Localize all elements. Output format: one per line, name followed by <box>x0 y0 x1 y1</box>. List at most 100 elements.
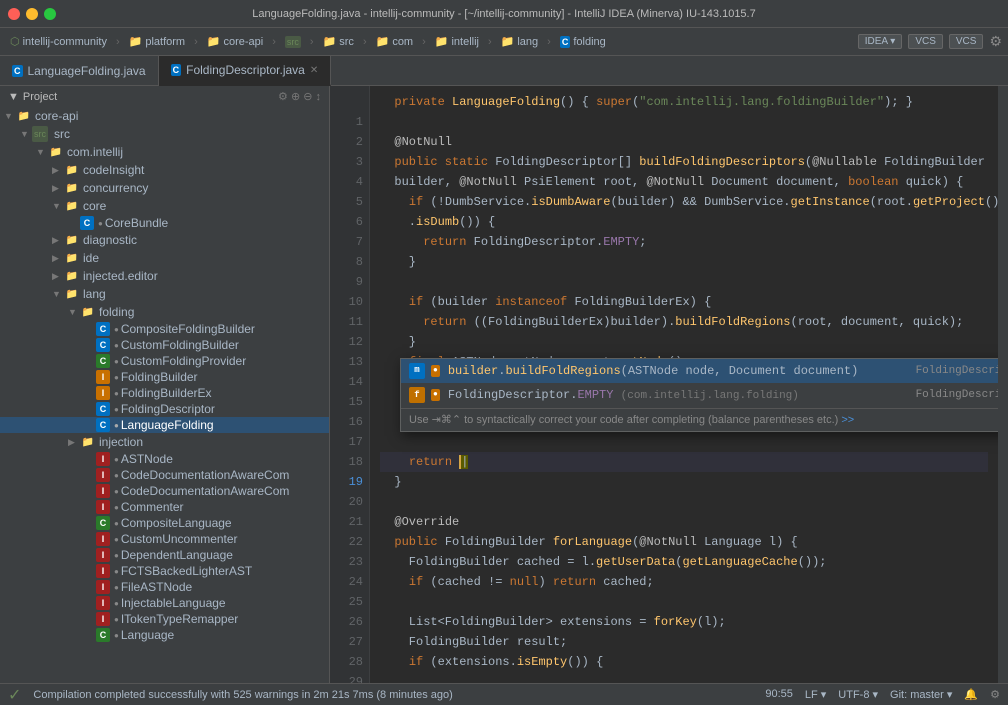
class-icon: C <box>80 216 94 230</box>
tree-item-com-intellij[interactable]: ▼ 📁 com.intellij <box>0 143 329 161</box>
class-icon: I <box>96 548 110 562</box>
tree-item-ide[interactable]: ▶ 📁 ide <box>0 249 329 267</box>
overlay-icon: ● <box>114 487 119 496</box>
encoding[interactable]: UTF-8 ▾ <box>838 688 878 701</box>
autocomplete-item-0[interactable]: m ● builder.buildFoldRegions(ASTNode nod… <box>401 359 998 383</box>
code-line-return: return | <box>380 452 988 472</box>
tree-item-fcts-backed[interactable]: ▶ I ● FCTSBackedLighterAST <box>0 563 329 579</box>
notification-icon[interactable]: 🔔 <box>964 688 978 701</box>
breadcrumb-sep: › <box>194 36 198 48</box>
settings-icon[interactable]: ⚙ <box>989 33 1002 50</box>
breadcrumb-lang[interactable]: 📁 intellij <box>431 33 483 50</box>
breadcrumb-sep: › <box>310 36 314 48</box>
tree-item-core-api[interactable]: ▼ 📁 core-api <box>0 107 329 125</box>
class-icon: I <box>96 580 110 594</box>
breadcrumb-platform[interactable]: 📁 platform <box>125 33 189 50</box>
tree-item-core-bundle[interactable]: ▶ C ● CoreBundle <box>0 215 329 231</box>
breadcrumb-intellij[interactable]: 📁 com <box>372 33 417 50</box>
tree-item-injectable-language[interactable]: ▶ I ● InjectableLanguage <box>0 595 329 611</box>
vcs-button-1[interactable]: VCS <box>908 34 943 49</box>
code-line: private LanguageFolding() { super("com.i… <box>380 92 988 112</box>
tree-item-code-insight[interactable]: ▶ 📁 codeInsight <box>0 161 329 179</box>
status-message: Compilation completed successfully with … <box>33 689 452 701</box>
tree-item-code-doc-1[interactable]: ▶ I ● CodeDocumentationAwareCom <box>0 467 329 483</box>
tab-close-icon[interactable]: ✕ <box>310 65 318 76</box>
tree-label: LanguageFolding <box>121 418 214 432</box>
breadcrumb-intellij-community[interactable]: ⬡ intellij-community <box>6 33 111 50</box>
tree-item-itoken-type-remapper[interactable]: ▶ I ● ITokenTypeRemapper <box>0 611 329 627</box>
tree-label: FCTSBackedLighterAST <box>121 564 252 578</box>
folder-icon: 📁 <box>48 144 64 160</box>
tree-item-language-folding[interactable]: ▶ C ● LanguageFolding <box>0 417 329 433</box>
overlay-icon: ● <box>114 389 119 398</box>
maximize-button[interactable] <box>44 8 56 20</box>
tree-item-commenter[interactable]: ▶ I ● Commenter <box>0 499 329 515</box>
breadcrumb-sep: › <box>116 36 120 48</box>
tree-item-custom-uncommenter[interactable]: ▶ I ● CustomUncommenter <box>0 531 329 547</box>
idea-button[interactable]: IDEA ▾ <box>858 34 903 49</box>
tree-item-file-ast-node[interactable]: ▶ I ● FileASTNode <box>0 579 329 595</box>
breadcrumb-language-folding[interactable]: C folding <box>556 34 610 50</box>
tree-item-composite-folding-builder[interactable]: ▶ C ● CompositeFoldingBuilder <box>0 321 329 337</box>
code-line <box>380 592 988 612</box>
tree-item-injection[interactable]: ▶ 📁 injection <box>0 433 329 451</box>
tree-item-ast-node[interactable]: ▶ I ● ASTNode <box>0 451 329 467</box>
tree-item-custom-folding-builder[interactable]: ▶ C ● CustomFoldingBuilder <box>0 337 329 353</box>
tree-label: Commenter <box>121 500 184 514</box>
tree-arrow: ▶ <box>68 437 80 448</box>
tree-label: CoreBundle <box>105 216 168 230</box>
code-editor[interactable]: private LanguageFolding() { super("com.i… <box>370 86 998 683</box>
tree-item-core[interactable]: ▼ 📁 core <box>0 197 329 215</box>
code-line: if (!DumbService.isDumbAware(builder) &&… <box>380 192 988 212</box>
editor-tabs: C LanguageFolding.java C FoldingDescript… <box>0 56 1008 86</box>
tree-item-lang[interactable]: ▼ 📁 lang <box>0 285 329 303</box>
tab-language-folding[interactable]: C LanguageFolding.java <box>0 56 159 85</box>
tree-label: src <box>54 127 70 141</box>
minimize-button[interactable] <box>26 8 38 20</box>
tree-item-diagnostic[interactable]: ▶ 📁 diagnostic <box>0 231 329 249</box>
tree-item-composite-language[interactable]: ▶ C ● CompositeLanguage <box>0 515 329 531</box>
tree-item-code-doc-2[interactable]: ▶ I ● CodeDocumentationAwareCom <box>0 483 329 499</box>
window-title: LanguageFolding.java - intellij-communit… <box>252 8 755 20</box>
breadcrumb-core-api[interactable]: 📁 core-api <box>203 33 267 50</box>
tree-item-folding[interactable]: ▼ 📁 folding <box>0 303 329 321</box>
close-button[interactable] <box>8 8 20 20</box>
tree-item-dependent-language[interactable]: ▶ I ● DependentLanguage <box>0 547 329 563</box>
tree-item-folding-builder-ex[interactable]: ▶ I ● FoldingBuilderEx <box>0 385 329 401</box>
tree-item-injected-editor[interactable]: ▶ 📁 injected.editor <box>0 267 329 285</box>
sidebar-actions[interactable]: ⚙ ⊕ ⊖ ↕ <box>278 90 321 103</box>
overlay-icon: ● <box>114 357 119 366</box>
class-icon: I <box>96 452 110 466</box>
tree-item-src[interactable]: ▼ src src <box>0 125 329 143</box>
interface-icon: I <box>96 386 110 400</box>
tree-item-folding-builder[interactable]: ▶ I ● FoldingBuilder <box>0 369 329 385</box>
tab-folding-descriptor[interactable]: C FoldingDescriptor.java ✕ <box>159 56 332 86</box>
autocomplete-popup[interactable]: m ● builder.buildFoldRegions(ASTNode nod… <box>400 358 998 432</box>
breadcrumb-sep: › <box>272 36 276 48</box>
src-icon: src <box>32 126 48 142</box>
code-line: public static FoldingDescriptor[] buildF… <box>380 152 988 172</box>
class-icon: I <box>96 596 110 610</box>
code-line <box>380 672 988 683</box>
cursor-position[interactable]: 90:55 <box>765 688 793 701</box>
vcs-button-2[interactable]: VCS <box>949 34 984 49</box>
line-ending[interactable]: LF ▾ <box>805 688 826 701</box>
breadcrumb-folding[interactable]: 📁 lang <box>497 33 543 50</box>
autocomplete-item-1[interactable]: f ● FoldingDescriptor.EMPTY (com.intelli… <box>401 383 998 408</box>
folder-icon: 📁 <box>64 180 80 196</box>
overlay-icon: ● <box>114 567 119 576</box>
tree-item-language[interactable]: ▶ C ● Language <box>0 627 329 643</box>
vcs-status[interactable]: Git: master ▾ <box>890 688 952 701</box>
tree-item-concurrency[interactable]: ▶ 📁 concurrency <box>0 179 329 197</box>
class-icon: I <box>96 500 110 514</box>
tree-item-folding-descriptor[interactable]: ▶ C ● FoldingDescriptor <box>0 401 329 417</box>
settings-icon[interactable]: ⚙ <box>990 688 1000 701</box>
field-icon: f <box>409 387 425 403</box>
tree-item-custom-folding-provider[interactable]: ▶ C ● CustomFoldingProvider <box>0 353 329 369</box>
title-bar: LanguageFolding.java - intellij-communit… <box>0 0 1008 28</box>
tree-label: codeInsight <box>83 163 144 177</box>
editor-scrollbar[interactable] <box>998 86 1008 683</box>
tree-arrow: ▼ <box>52 201 64 211</box>
breadcrumb-src[interactable]: src <box>281 34 305 50</box>
breadcrumb-com[interactable]: 📁 src <box>319 33 358 50</box>
